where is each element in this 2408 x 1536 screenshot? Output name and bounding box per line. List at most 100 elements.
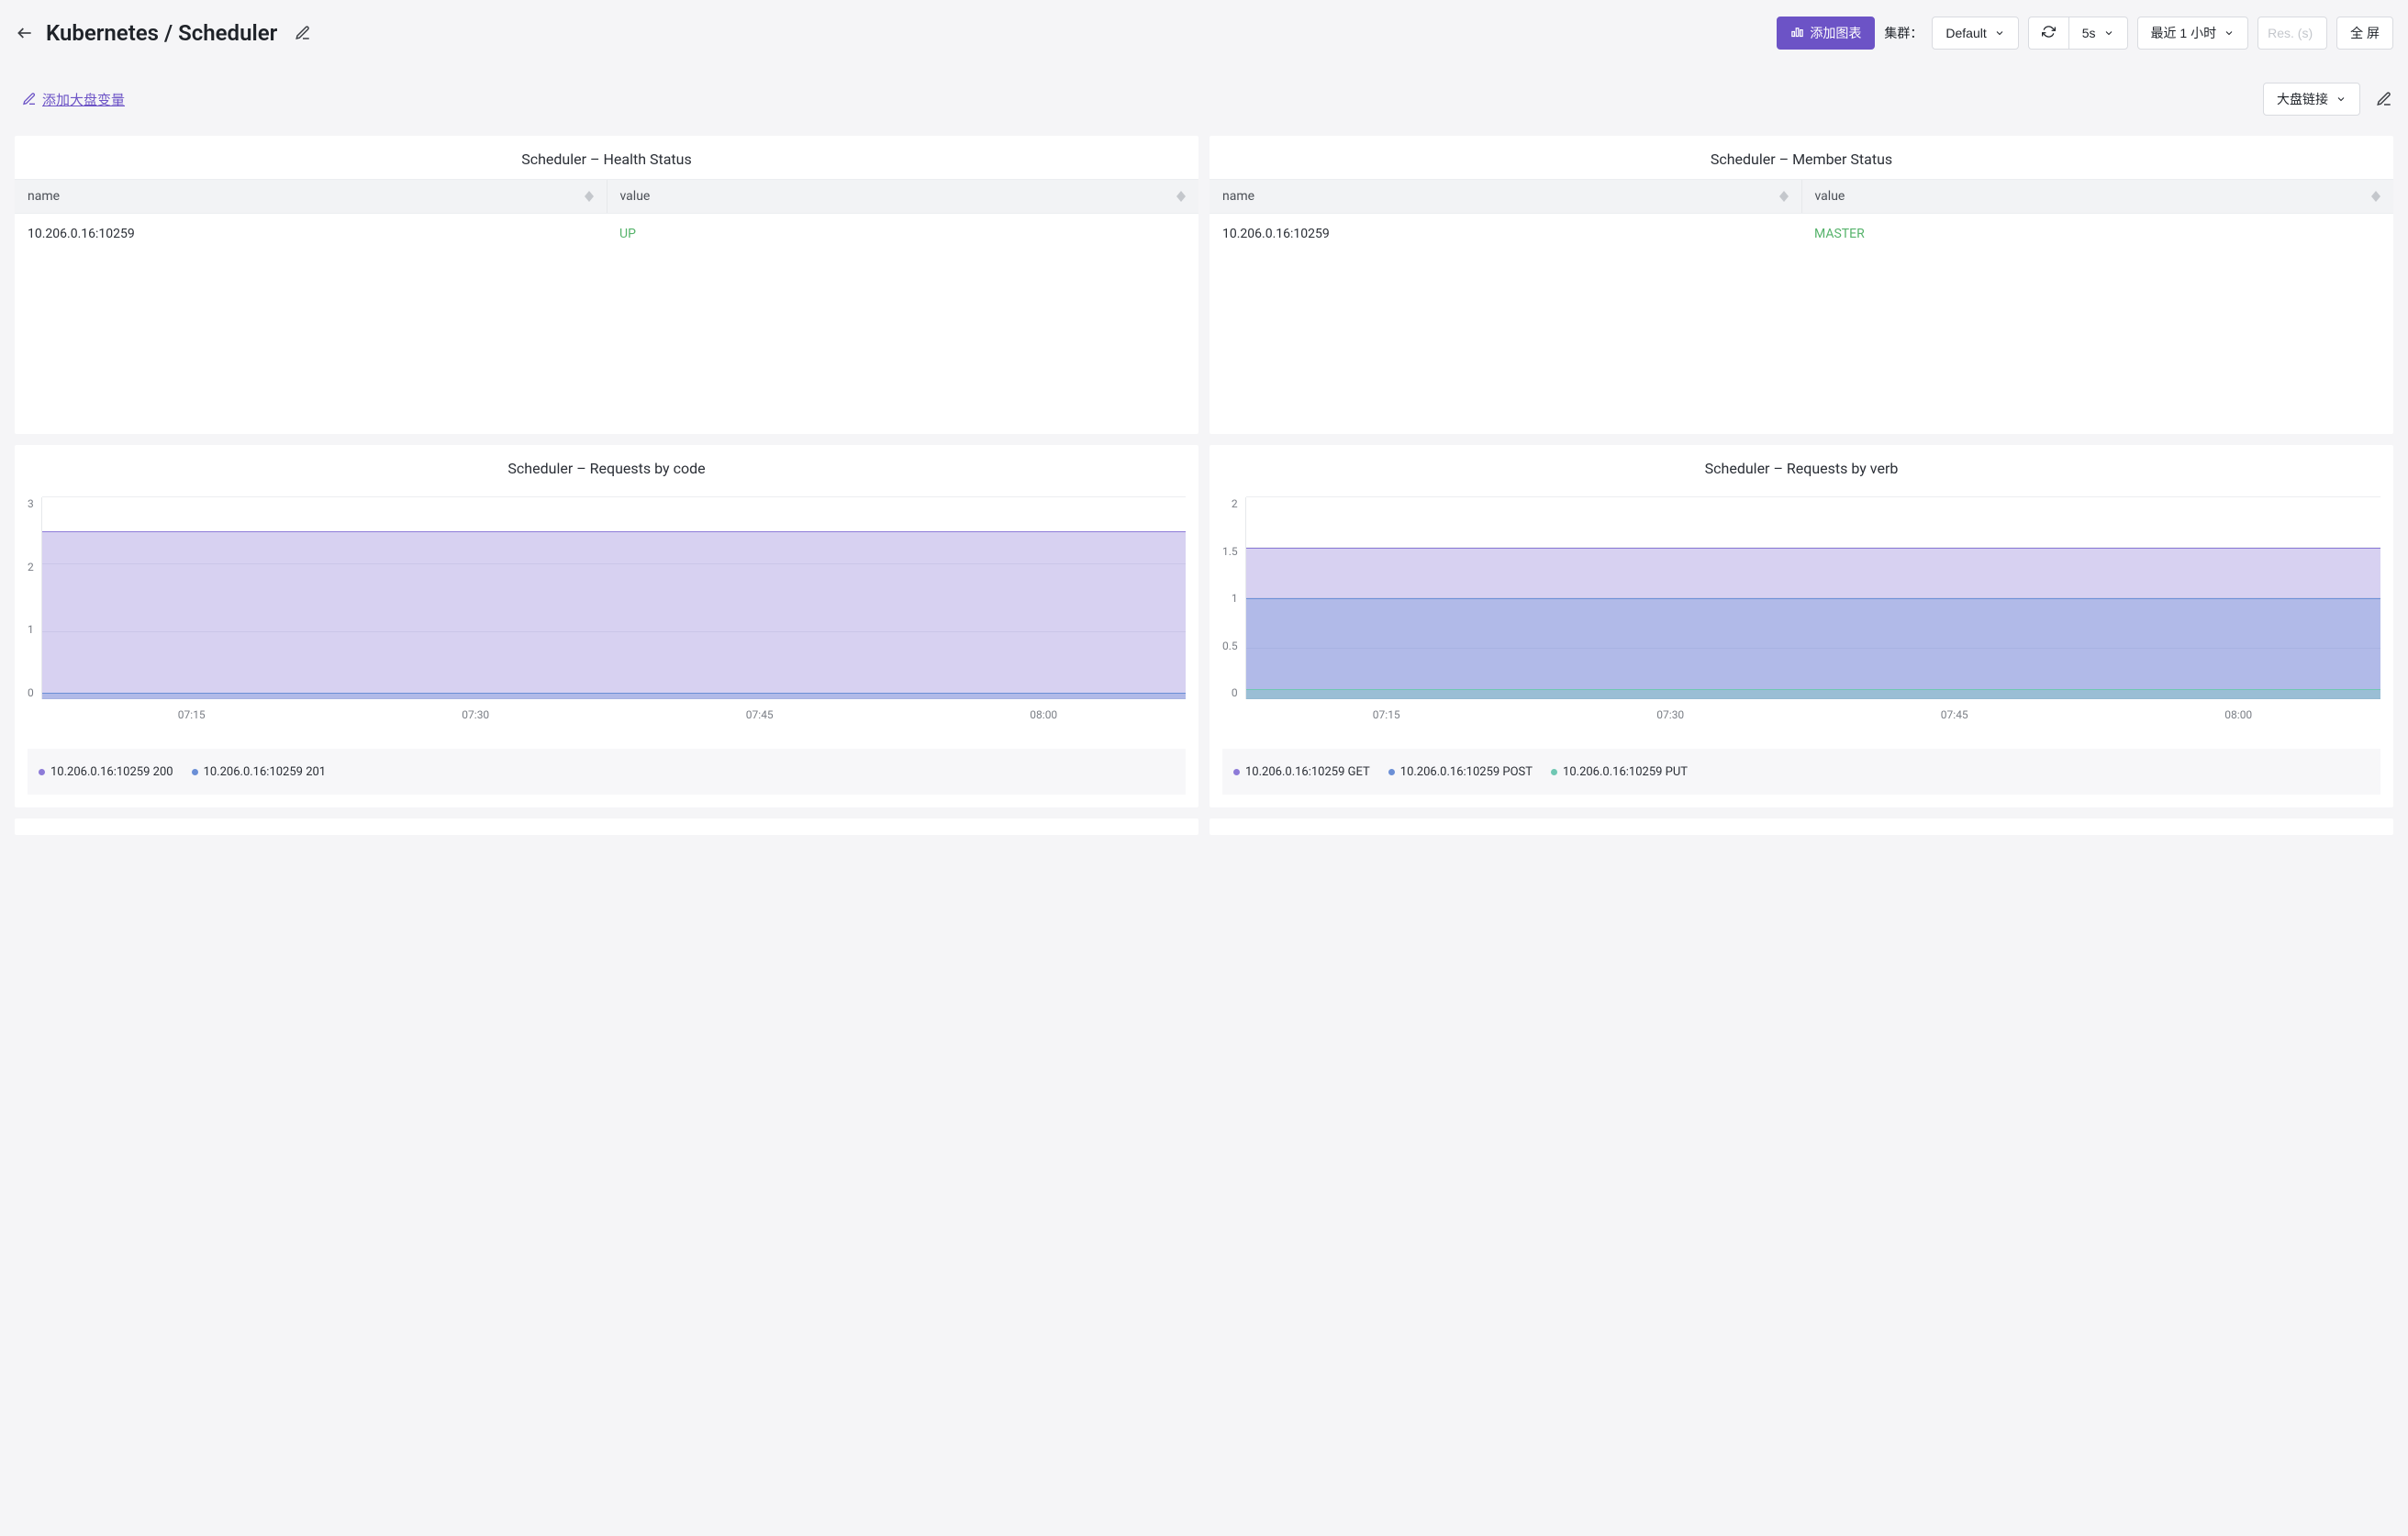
add-chart-label: 添加图表 [1810, 24, 1861, 42]
plot-area[interactable] [41, 497, 1186, 699]
y-tick: 0 [1232, 686, 1238, 699]
y-tick: 0.5 [1222, 640, 1238, 652]
panel-placeholder [15, 818, 1198, 835]
chart-legend: 10.206.0.16:10259 GET 10.206.0.16:10259 P… [1222, 749, 2380, 795]
refresh-interval-select[interactable]: 5s [2068, 17, 2128, 50]
time-range-value: 最近 1 小时 [2151, 24, 2217, 42]
x-tick: 07:45 [1941, 708, 1968, 721]
y-tick: 0 [28, 686, 34, 699]
legend-item[interactable]: 10.206.0.16:10259 201 [192, 758, 327, 785]
back-icon[interactable] [15, 23, 35, 43]
cluster-label: 集群： [1884, 24, 1923, 42]
legend-dot-icon [1233, 769, 1240, 775]
edit-title-icon[interactable] [294, 24, 312, 42]
refresh-group: 5s [2028, 17, 2128, 50]
chart: 2 1.5 1 0.5 0 07:15 07:30 07:45 08:00 [1210, 488, 2393, 738]
panel-member-status: Scheduler – Member Status name value [1210, 136, 2393, 434]
add-variable-link[interactable]: 添加大盘变量 [15, 90, 125, 109]
column-header-name[interactable]: name [15, 180, 608, 213]
fullscreen-button[interactable]: 全 屏 [2336, 17, 2393, 50]
x-tick: 07:30 [1656, 708, 1684, 721]
x-tick: 07:15 [178, 708, 206, 721]
dashboard-link-select[interactable]: 大盘链接 [2263, 83, 2360, 116]
table-body: 10.206.0.16:10259 MASTER [1210, 214, 2393, 434]
panel-requests-by-code: Scheduler – Requests by code 3210 07:150… [15, 445, 1198, 807]
cluster-value: Default [1945, 26, 1986, 40]
fullscreen-label: 全 屏 [2350, 24, 2380, 42]
x-tick: 07:30 [462, 708, 489, 721]
legend-item[interactable]: 10.206.0.16:10259 GET [1233, 758, 1370, 785]
x-tick: 07:45 [746, 708, 774, 721]
header-right: 添加图表 集群： Default 5s [1777, 17, 2393, 50]
edit-dashboard-icon[interactable] [2375, 90, 2393, 108]
table-body: 10.206.0.16:10259 UP [15, 214, 1198, 434]
legend-label: 10.206.0.16:10259 GET [1245, 765, 1370, 779]
cluster-select[interactable]: Default [1932, 17, 2018, 50]
y-axis: 2 1.5 1 0.5 0 [1222, 497, 1245, 699]
legend-dot-icon [192, 769, 198, 775]
column-header-name[interactable]: name [1210, 180, 1802, 213]
resolution-input[interactable] [2258, 17, 2327, 50]
sort-icon [1176, 191, 1186, 202]
series-area [42, 531, 1186, 699]
panel-requests-by-verb: Scheduler – Requests by verb 2 1.5 1 0.5 0 0… [1210, 445, 2393, 807]
legend-item[interactable]: 10.206.0.16:10259 POST [1388, 758, 1533, 785]
cell-value: UP [607, 214, 1198, 254]
table-row: 10.206.0.16:10259 UP [15, 214, 1198, 254]
panel-title: Scheduler – Requests by verb [1210, 445, 2393, 488]
add-chart-button[interactable]: 添加图表 [1777, 17, 1875, 50]
dashboard-link-label: 大盘链接 [2277, 90, 2328, 108]
y-tick: 2 [1232, 497, 1238, 510]
table-header: name value [1210, 179, 2393, 214]
page-title: Kubernetes / Scheduler [46, 20, 277, 46]
legend-dot-icon [1388, 769, 1395, 775]
table-header: name value [15, 179, 1198, 214]
refresh-button[interactable] [2028, 17, 2068, 50]
y-axis: 3 2 1 0 [28, 497, 41, 699]
chevron-down-icon [2103, 28, 2114, 39]
chevron-down-icon [1994, 28, 2005, 39]
column-header-value[interactable]: value [1802, 180, 2394, 213]
header-left: Kubernetes / Scheduler [15, 20, 312, 46]
refresh-icon [2042, 25, 2056, 41]
panel-title: Scheduler – Member Status [1210, 136, 2393, 179]
x-tick: 08:00 [1030, 708, 1057, 721]
legend-dot-icon [1551, 769, 1557, 775]
x-axis: 07:15 07:30 07:45 08:00 [50, 708, 1186, 721]
legend-item[interactable]: 10.206.0.16:10259 PUT [1551, 758, 1688, 785]
cell-name: 10.206.0.16:10259 [15, 214, 607, 254]
add-chart-icon [1790, 25, 1804, 41]
x-axis: 07:15 07:30 07:45 08:00 [1244, 708, 2380, 721]
refresh-interval-value: 5s [2082, 26, 2096, 40]
panel-title: Scheduler – Requests by code [15, 445, 1198, 488]
column-header-value[interactable]: value [608, 180, 1199, 213]
panel-placeholder [1210, 818, 2393, 835]
legend-dot-icon [39, 769, 45, 775]
legend-label: 10.206.0.16:10259 201 [204, 765, 327, 779]
legend-item[interactable]: 10.206.0.16:10259 200 [39, 758, 173, 785]
add-variable-label: 添加大盘变量 [42, 90, 125, 109]
plot-area[interactable] [1245, 497, 2380, 699]
chart-legend: 10.206.0.16:10259 200 10.206.0.16:10259 2… [28, 749, 1186, 795]
y-tick: 1 [1232, 592, 1238, 605]
legend-label: 10.206.0.16:10259 POST [1400, 765, 1533, 779]
cell-value: MASTER [1801, 214, 2393, 254]
second-bar-right: 大盘链接 [2263, 83, 2393, 116]
sort-icon [585, 191, 594, 202]
y-tick: 2 [28, 561, 34, 573]
chevron-down-icon [2224, 28, 2235, 39]
panel-grid: Scheduler – Health Status name value [15, 136, 2393, 835]
table-row: 10.206.0.16:10259 MASTER [1210, 214, 2393, 254]
series-area [1246, 689, 2380, 699]
time-range-select[interactable]: 最近 1 小时 [2137, 17, 2249, 50]
y-tick: 1 [28, 623, 34, 636]
y-tick: 1.5 [1222, 545, 1238, 558]
sort-icon [1779, 191, 1789, 202]
legend-label: 10.206.0.16:10259 PUT [1563, 765, 1688, 779]
y-tick: 3 [28, 497, 34, 510]
x-tick: 08:00 [2224, 708, 2252, 721]
sort-icon [2371, 191, 2380, 202]
header-bar: Kubernetes / Scheduler 添加图表 集群： Default [15, 17, 2393, 50]
x-tick: 07:15 [1373, 708, 1400, 721]
chart: 3 2 1 0 07:15 07:30 07:45 08:00 [15, 488, 1198, 738]
